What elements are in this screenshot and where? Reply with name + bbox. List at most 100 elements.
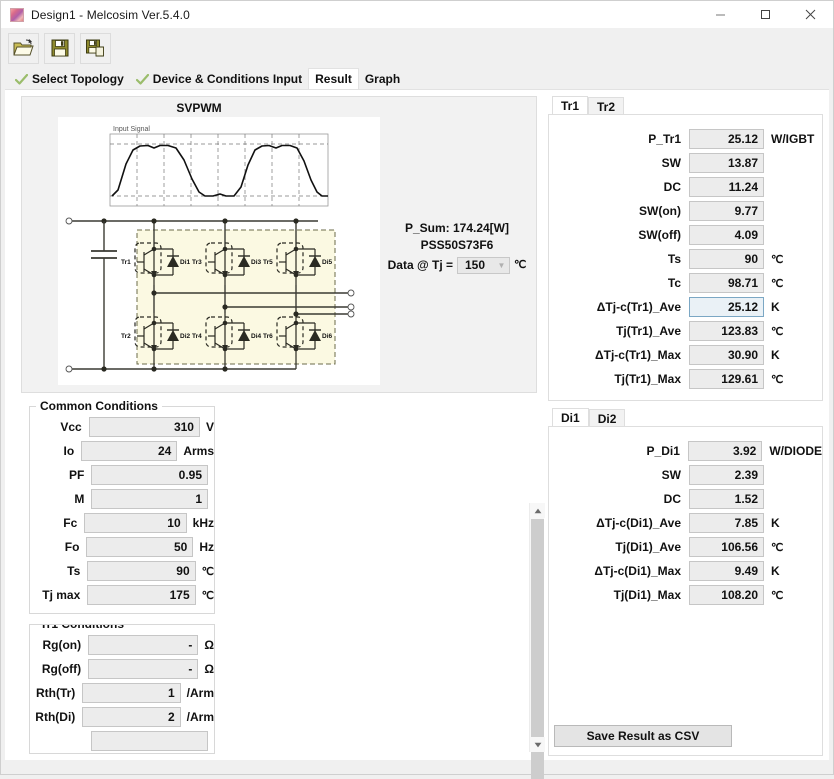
di-sw-value[interactable]: 2.39: [689, 465, 764, 485]
sw-value[interactable]: 13.87: [689, 153, 764, 173]
result-row-dc: DC 11.24: [549, 177, 822, 197]
rth-tr-input[interactable]: 1: [82, 683, 181, 703]
open-file-button[interactable]: [8, 32, 39, 64]
result-unit: W/DIODE: [769, 444, 822, 458]
result-row-sw-on: SW(on) 9.77: [549, 201, 822, 221]
scroll-down-arrow-icon[interactable]: [530, 737, 545, 752]
vcc-input[interactable]: 310: [88, 417, 200, 437]
field-row-tjmax: Tj max 175 ℃: [30, 585, 214, 605]
tj-unit: ℃: [514, 259, 527, 271]
tab-device-conditions-input[interactable]: Device & Conditions Input: [129, 69, 309, 89]
di-dc-value[interactable]: 1.52: [689, 489, 764, 509]
result-unit: ℃: [771, 253, 784, 266]
result-unit: ℃: [771, 277, 784, 290]
result-label: ΔTj-c(Di1)_Max: [594, 564, 681, 578]
schematic-panel: SVPWM Input Signal Tr1 Di1 Tr3 Di3 Tr5 D…: [21, 96, 537, 393]
pf-input[interactable]: 0.95: [91, 465, 208, 485]
tab-select-topology[interactable]: Select Topology: [9, 69, 130, 89]
conditions-scrollbar[interactable]: [529, 503, 545, 779]
window-title: Design1 - Melcosim Ver.5.4.0: [31, 7, 190, 22]
transistor-results-panel: Tr1 Tr2 P_Tr1 25.12 W/IGBT SW 13.87 DC 1…: [548, 96, 823, 401]
result-label: SW(off): [638, 228, 681, 242]
result-unit: K: [771, 564, 780, 578]
save-as-file-button[interactable]: [80, 32, 111, 64]
diode-results-panel: Di1 Di2 P_Di1 3.92 W/DIODE SW 2.39 DC 1.…: [548, 408, 823, 756]
tab-di1[interactable]: Di1: [552, 408, 589, 427]
schematic-canvas: Input Signal Tr1 Di1 Tr3 Di3 Tr5 Di5 Tr2…: [58, 117, 380, 385]
dtjc-tr1-ave-value[interactable]: 25.12: [689, 297, 764, 317]
result-row-dtjc-di1-ave: ΔTj-c(Di1)_Ave 7.85 K: [549, 513, 822, 533]
field-unit: Ω: [204, 662, 214, 676]
field-row-m: M 1: [30, 489, 214, 509]
sw-off-value[interactable]: 4.09: [689, 225, 764, 245]
tab-di2[interactable]: Di2: [588, 409, 626, 427]
tj-tr1-ave-value[interactable]: 123.83: [689, 321, 764, 341]
result-label: P_Tr1: [648, 132, 681, 146]
field-row-rg-on: Rg(on) - Ω: [30, 635, 214, 655]
dtjc-di1-ave-value[interactable]: 7.85: [689, 513, 764, 533]
circuit-diagram: Input Signal Tr1 Di1 Tr3 Di3 Tr5 Di5 Tr2…: [65, 126, 355, 373]
tj-dropdown[interactable]: 150 ▼: [457, 257, 511, 274]
ts-value[interactable]: 90: [689, 249, 764, 269]
tjmax-input[interactable]: 175: [87, 585, 196, 605]
minimize-button[interactable]: [698, 1, 743, 28]
dtjc-di1-max-value[interactable]: 9.49: [689, 561, 764, 581]
result-label: ΔTj-c(Tr1)_Max: [595, 348, 681, 362]
tj-di1-ave-value[interactable]: 106.56: [689, 537, 764, 557]
fo-input[interactable]: 50: [86, 537, 194, 557]
field-row-rth-di: Rth(Di) 2 /Arm: [30, 707, 214, 727]
dtjc-tr1-max-value[interactable]: 30.90: [689, 345, 764, 365]
result-label: Tc: [667, 276, 681, 290]
io-input[interactable]: 24: [81, 441, 178, 461]
fc-input[interactable]: 10: [84, 513, 187, 533]
tab-tr1[interactable]: Tr1: [552, 96, 589, 115]
m-input[interactable]: 1: [91, 489, 208, 509]
save-file-button[interactable]: [44, 32, 75, 64]
diode-tab-header: Di1 Di2: [548, 408, 823, 427]
field-unit: Arms: [183, 444, 214, 458]
sw-on-value[interactable]: 9.77: [689, 201, 764, 221]
result-unit: K: [771, 516, 780, 530]
title-bar: Design1 - Melcosim Ver.5.4.0: [1, 1, 833, 29]
tab-result[interactable]: Result: [308, 68, 359, 89]
tab-label: Di2: [597, 411, 617, 426]
p-tr1-value[interactable]: 25.12: [689, 129, 764, 149]
rth-di-input[interactable]: 2: [82, 707, 181, 727]
result-unit: ℃: [771, 373, 784, 386]
result-row-tc: Tc 98.71 ℃: [549, 273, 822, 293]
p-di1-value[interactable]: 3.92: [687, 441, 763, 461]
close-button[interactable]: [788, 1, 833, 28]
result-unit: K: [771, 300, 780, 314]
result-row-ts: Ts 90 ℃: [549, 249, 822, 269]
result-row-tj-di1-ave: Tj(Di1)_Ave 106.56 ℃: [549, 537, 822, 557]
tj-di1-max-value[interactable]: 108.20: [689, 585, 764, 605]
device-name-text: PSS50S73F6: [420, 238, 494, 252]
clipped-input[interactable]: [91, 731, 208, 751]
tab-label: Device & Conditions Input: [152, 72, 303, 86]
result-label: P_Di1: [646, 444, 680, 458]
ts-input[interactable]: 90: [87, 561, 196, 581]
save-result-csv-button[interactable]: Save Result as CSV: [554, 725, 732, 747]
tab-label: Result: [315, 72, 352, 86]
device-label-tr2: Tr2: [121, 333, 131, 340]
result-row-tj-tr1-max: Tj(Tr1)_Max 129.61 ℃: [549, 369, 822, 389]
tab-tr2[interactable]: Tr2: [588, 97, 625, 115]
field-unit: ℃: [201, 589, 214, 602]
field-label: PF: [69, 468, 85, 482]
schematic-title: SVPWM: [176, 101, 222, 115]
tab-graph[interactable]: Graph: [358, 69, 407, 89]
maximize-button[interactable]: [743, 1, 788, 28]
field-unit: Ω: [204, 638, 214, 652]
scroll-up-arrow-icon[interactable]: [530, 503, 545, 518]
result-unit: W/IGBT: [771, 132, 815, 146]
tab-label: Graph: [364, 72, 401, 86]
rg-on-input[interactable]: -: [88, 635, 199, 655]
tj-tr1-max-value[interactable]: 129.61: [689, 369, 764, 389]
result-row-dtjc-tr1-ave: ΔTj-c(Tr1)_Ave 25.12 K: [549, 297, 822, 317]
chevron-down-icon: ▼: [497, 261, 506, 270]
tc-value[interactable]: 98.71: [689, 273, 764, 293]
result-label: Tj(Tr1)_Ave: [616, 324, 681, 338]
diode-tab-body: P_Di1 3.92 W/DIODE SW 2.39 DC 1.52 ΔTj-c…: [548, 426, 823, 756]
rg-off-input[interactable]: -: [88, 659, 199, 679]
dc-value[interactable]: 11.24: [689, 177, 764, 197]
